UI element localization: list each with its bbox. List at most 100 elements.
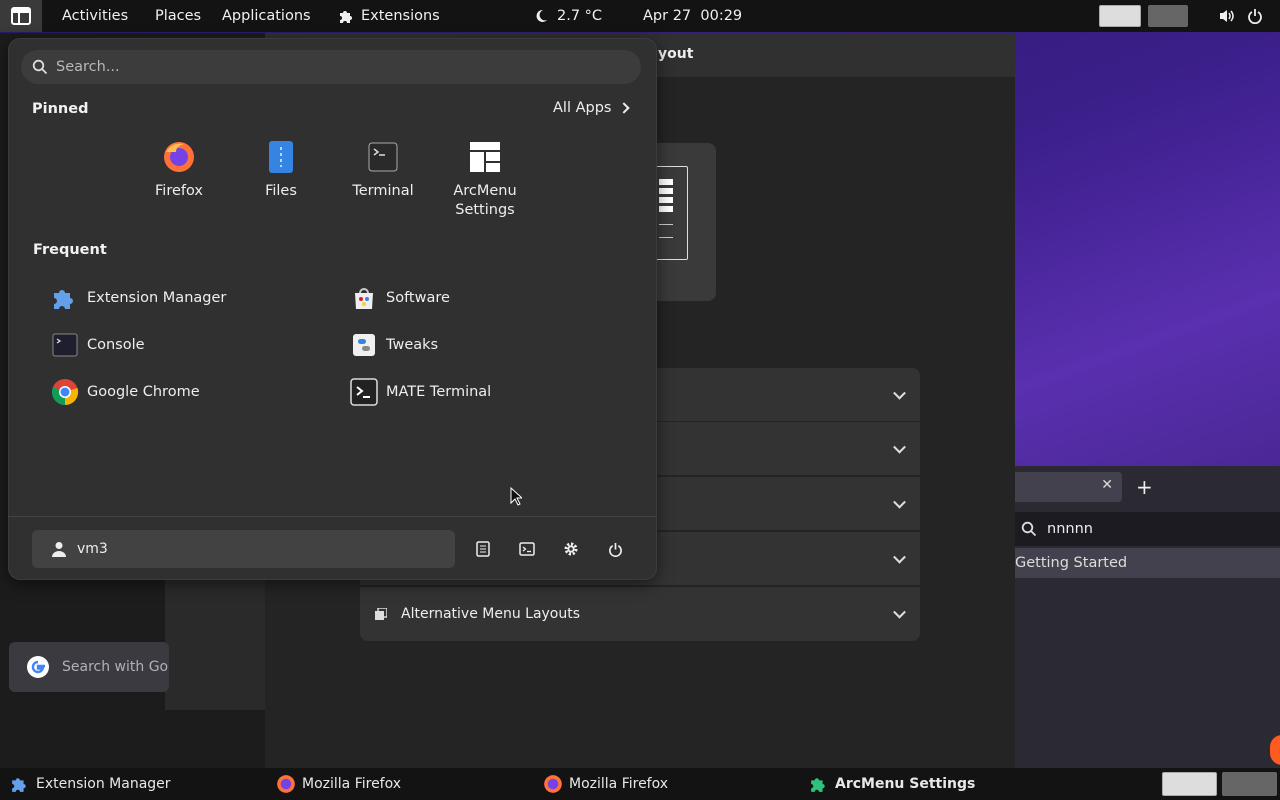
arcmenu-button[interactable] [0, 0, 42, 32]
pinned-label: Firefox [155, 183, 203, 199]
activities-button[interactable]: Activities [62, 0, 128, 32]
google-search-placeholder: Search with Go [62, 659, 169, 675]
google-search-box[interactable]: Search with Go [9, 642, 169, 692]
gear-icon [564, 542, 578, 556]
pinned-files[interactable]: Files [231, 140, 331, 201]
software-icon [350, 284, 378, 312]
address-bar[interactable]: nnnnn [1015, 512, 1280, 546]
all-apps-label: All Apps [553, 100, 612, 116]
frequent-console[interactable]: Console [51, 325, 145, 365]
user-account-button[interactable]: vm3 [32, 530, 455, 568]
frequent-label: Google Chrome [87, 384, 200, 400]
task-firefox-2[interactable]: Mozilla Firefox [543, 768, 668, 800]
google-icon [27, 656, 49, 678]
chevron-down-icon [893, 495, 906, 509]
workspace-2[interactable] [1148, 5, 1188, 27]
top-panel: Activities Places Applications Extension… [0, 0, 1280, 32]
taskbar-workspace-1[interactable] [1162, 772, 1217, 796]
bookmark-getting-started[interactable]: Getting Started [1015, 548, 1280, 578]
all-apps-button[interactable]: All Apps [553, 100, 631, 116]
task-label: Mozilla Firefox [302, 776, 402, 792]
document-icon [476, 541, 490, 557]
arcmenu-icon [11, 7, 31, 25]
volume-icon[interactable] [1218, 8, 1236, 24]
applications-menu[interactable]: Applications [222, 0, 311, 32]
task-label: ArcMenu Settings [835, 776, 976, 792]
pinned-label: ArcMenu Settings [453, 183, 517, 218]
weather-indicator[interactable]: 2.7 °C [534, 0, 602, 32]
frequent-google-chrome[interactable]: Google Chrome [51, 372, 200, 412]
terminal-button[interactable] [512, 534, 542, 564]
task-extension-manager[interactable]: Extension Manager [10, 768, 171, 800]
clock[interactable]: Apr 27 00:29 [643, 0, 742, 32]
chevron-down-icon [893, 550, 906, 564]
extensions-menu[interactable]: Extensions [338, 0, 440, 32]
frequent-label: Tweaks [386, 337, 439, 353]
task-label: Extension Manager [36, 776, 171, 792]
search-placeholder: Search... [56, 59, 120, 75]
terminal-icon [519, 542, 535, 556]
layouts-icon [375, 608, 387, 620]
taskbar-workspace-2[interactable] [1222, 772, 1277, 796]
frequent-software[interactable]: Software [350, 278, 450, 318]
arcmenu-settings-icon [468, 140, 502, 174]
close-tab-icon[interactable]: ✕ [1101, 477, 1113, 493]
firefox-icon [162, 140, 196, 174]
tweaks-icon [350, 331, 378, 359]
power-icon [608, 542, 622, 557]
chevron-down-icon [893, 386, 906, 400]
power-icon[interactable] [1247, 8, 1263, 24]
new-tab-button[interactable]: + [1136, 475, 1153, 499]
firefox-icon [543, 774, 563, 794]
pinned-firefox[interactable]: Firefox [129, 140, 229, 201]
firefox-icon [276, 774, 296, 794]
task-arcmenu-settings[interactable]: ArcMenu Settings [809, 768, 975, 800]
task-firefox-1[interactable]: Mozilla Firefox [276, 768, 401, 800]
pinned-heading: Pinned [32, 101, 89, 117]
chevron-right-icon [618, 102, 631, 114]
background-panel [165, 580, 265, 710]
pinned-label: Terminal [352, 183, 414, 199]
frequent-heading: Frequent [33, 242, 107, 258]
chevron-down-icon [893, 440, 906, 454]
extension-manager-icon [51, 284, 79, 312]
places-menu[interactable]: Places [155, 0, 201, 32]
user-icon [52, 542, 66, 557]
task-label: Mozilla Firefox [569, 776, 669, 792]
browser-tab[interactable]: ✕ [1015, 472, 1122, 502]
alternative-menu-layouts-label: Alternative Menu Layouts [401, 606, 581, 622]
alternative-menu-layouts-row[interactable]: Alternative Menu Layouts [360, 587, 920, 641]
extensions-label: Extensions [361, 8, 440, 24]
settings-window-title: yout [658, 46, 694, 62]
frequent-label: Console [87, 337, 145, 353]
chevron-down-icon [893, 605, 906, 619]
extension-manager-icon [10, 774, 30, 794]
frequent-tweaks[interactable]: Tweaks [350, 325, 438, 365]
frequent-mate-terminal[interactable]: MATE Terminal [350, 372, 491, 412]
documents-button[interactable] [468, 534, 498, 564]
files-icon [264, 140, 298, 174]
frequent-extension-manager[interactable]: Extension Manager [51, 278, 226, 318]
pinned-terminal[interactable]: Terminal [333, 140, 433, 201]
address-text: nnnnn [1047, 521, 1093, 537]
mouse-cursor-icon [510, 487, 522, 506]
pinned-arcmenu-settings[interactable]: ArcMenu Settings [435, 140, 535, 220]
console-icon [51, 331, 79, 359]
username: vm3 [77, 541, 108, 557]
bookmark-label: Getting Started [1015, 555, 1128, 571]
menu-divider [8, 516, 657, 517]
temperature: 2.7 °C [557, 8, 603, 24]
chrome-icon [51, 378, 79, 406]
power-button[interactable] [600, 534, 630, 564]
workspace-1[interactable] [1099, 5, 1141, 27]
menu-search-input[interactable]: Search... [21, 50, 641, 84]
frequent-label: MATE Terminal [386, 384, 492, 400]
frequent-label: Software [386, 290, 450, 306]
pinned-label: Files [265, 183, 297, 199]
extension-icon [809, 774, 829, 794]
terminal-icon [366, 140, 400, 174]
search-icon [1021, 521, 1037, 537]
mate-terminal-icon [350, 378, 378, 406]
puzzle-icon [340, 11, 352, 23]
settings-button[interactable] [556, 534, 586, 564]
